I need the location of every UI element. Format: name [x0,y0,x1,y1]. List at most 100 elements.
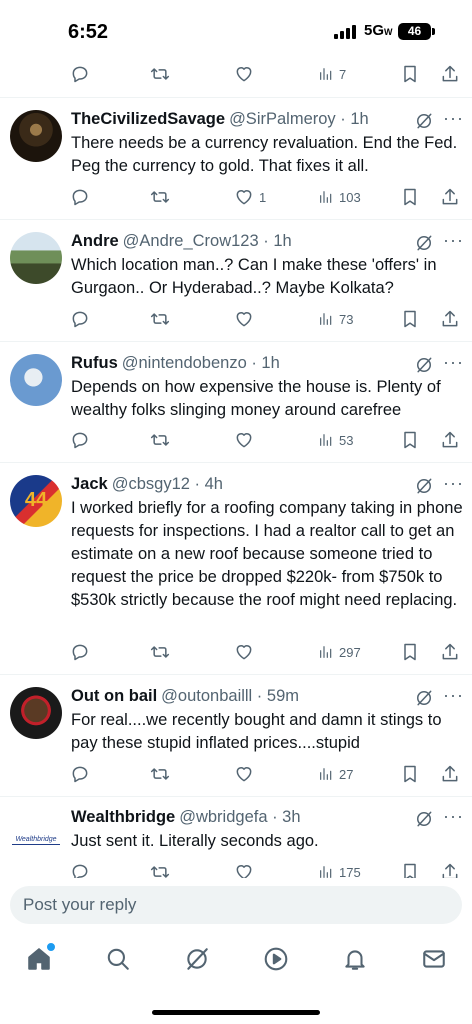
more-options-icon[interactable]: ··· [443,352,464,373]
bell-icon [345,950,365,970]
retweet-button[interactable] [150,307,175,331]
share-icon [442,765,458,782]
handle-and-time[interactable]: @cbsgy12 · 4h [112,475,223,493]
display-name[interactable]: Rufus [71,354,118,372]
share-icon [442,188,458,205]
share-button[interactable] [440,428,460,452]
nav-video[interactable] [263,946,291,974]
handle-and-time[interactable]: @nintendobenzo · 1h [122,354,280,372]
retweet-button[interactable] [150,640,175,664]
views-count: 7 [339,66,347,82]
retweet-button[interactable] [150,428,175,452]
display-name[interactable]: Wealthbridge [71,808,175,826]
heart-icon [236,67,252,82]
bookmark-button[interactable] [400,762,420,786]
bookmark-button[interactable] [400,62,420,86]
more-options-icon[interactable]: ··· [443,685,464,706]
display-name[interactable]: Out on bail [71,687,157,705]
heart-icon [236,190,252,205]
avatar[interactable]: 44 [10,475,62,527]
tweet-actions: 1 103 [70,185,460,209]
like-button[interactable] [234,428,259,452]
bookmark-icon [404,765,416,783]
display-name[interactable]: Jack [71,475,108,493]
notification-dot [46,942,56,952]
tweet-actions: 297 [70,640,460,664]
reply-button[interactable] [70,428,95,452]
bookmark-button[interactable] [400,307,420,331]
reply-button[interactable] [70,762,95,786]
grok-icon[interactable] [414,476,434,496]
divider [0,796,472,797]
nav-messages[interactable] [421,946,449,974]
handle-and-time[interactable]: @wbridgefa · 3h [179,808,300,826]
retweet-button[interactable] [150,762,175,786]
handle-and-time[interactable]: @Andre_Crow123 · 1h [123,232,292,250]
like-button[interactable] [234,640,259,664]
tweet-actions: 27 [70,762,460,786]
reply-button[interactable] [70,185,95,209]
tweet-text: Depends on how expensive the house is. P… [71,378,441,419]
grok-icon[interactable] [414,355,434,375]
like-button[interactable] [234,762,259,786]
tweet-header: TheCivilizedSavage @SirPalmeroy · 1h [71,110,369,132]
views-button[interactable]: 27 [318,762,353,786]
more-options-icon[interactable]: ··· [443,108,464,129]
tweet-header: Wealthbridge @wbridgefa · 3h [71,808,301,830]
share-button[interactable] [440,640,460,664]
views-count: 297 [339,644,361,660]
reply-button[interactable] [70,62,90,86]
views-button[interactable]: 73 [318,307,353,331]
envelope-icon [423,950,445,968]
share-icon [442,65,458,82]
reply-button[interactable] [70,640,95,664]
views-button[interactable]: 103 [318,185,361,209]
retweet-button[interactable] [150,62,170,86]
grok-icon[interactable] [414,111,434,131]
like-button[interactable] [234,62,254,86]
tweet-actions: 53 [70,428,460,452]
views-chart-icon [320,191,332,203]
reply-composer: Post your reply [0,878,472,940]
reply-icon [72,311,88,328]
grok-icon[interactable] [414,809,434,829]
handle-and-time[interactable]: @outonbailll · 59m [161,687,299,705]
retweet-button[interactable] [150,185,175,209]
tweet-header: Andre @Andre_Crow123 · 1h [71,232,292,254]
share-button[interactable] [440,62,460,86]
views-button[interactable]: 53 [318,428,353,452]
grok-icon[interactable] [414,233,434,253]
nav-home[interactable] [26,942,56,974]
more-options-icon[interactable]: ··· [443,473,464,494]
bookmark-button[interactable] [400,640,420,664]
handle-and-time[interactable]: @SirPalmeroy · 1h [229,110,369,128]
display-name[interactable]: TheCivilizedSavage [71,110,225,128]
views-button[interactable]: 7 [318,62,346,86]
reply-icon [72,644,88,661]
share-button[interactable] [440,185,460,209]
reply-icon [72,189,88,206]
share-button[interactable] [440,762,460,786]
home-indicator [152,1010,320,1015]
bookmark-button[interactable] [400,428,420,452]
views-button[interactable]: 297 [318,640,361,664]
avatar[interactable] [10,687,62,739]
avatar[interactable] [10,354,62,406]
reply-input[interactable]: Post your reply [10,886,462,924]
nav-grok[interactable] [184,946,212,974]
like-button[interactable]: 1 [234,185,266,209]
cellular-signal-icon [334,25,358,39]
more-options-icon[interactable]: ··· [443,806,464,827]
more-options-icon[interactable]: ··· [443,230,464,251]
reply-button[interactable] [70,307,95,331]
display-name[interactable]: Andre [71,232,119,250]
nav-notifications[interactable] [342,946,370,974]
nav-search[interactable] [105,946,133,974]
avatar[interactable] [10,232,62,284]
grok-icon[interactable] [414,688,434,708]
like-button[interactable] [234,307,259,331]
bookmark-button[interactable] [400,185,420,209]
avatar[interactable]: Wealthbridge [10,816,62,868]
share-button[interactable] [440,307,460,331]
avatar[interactable] [10,110,62,162]
